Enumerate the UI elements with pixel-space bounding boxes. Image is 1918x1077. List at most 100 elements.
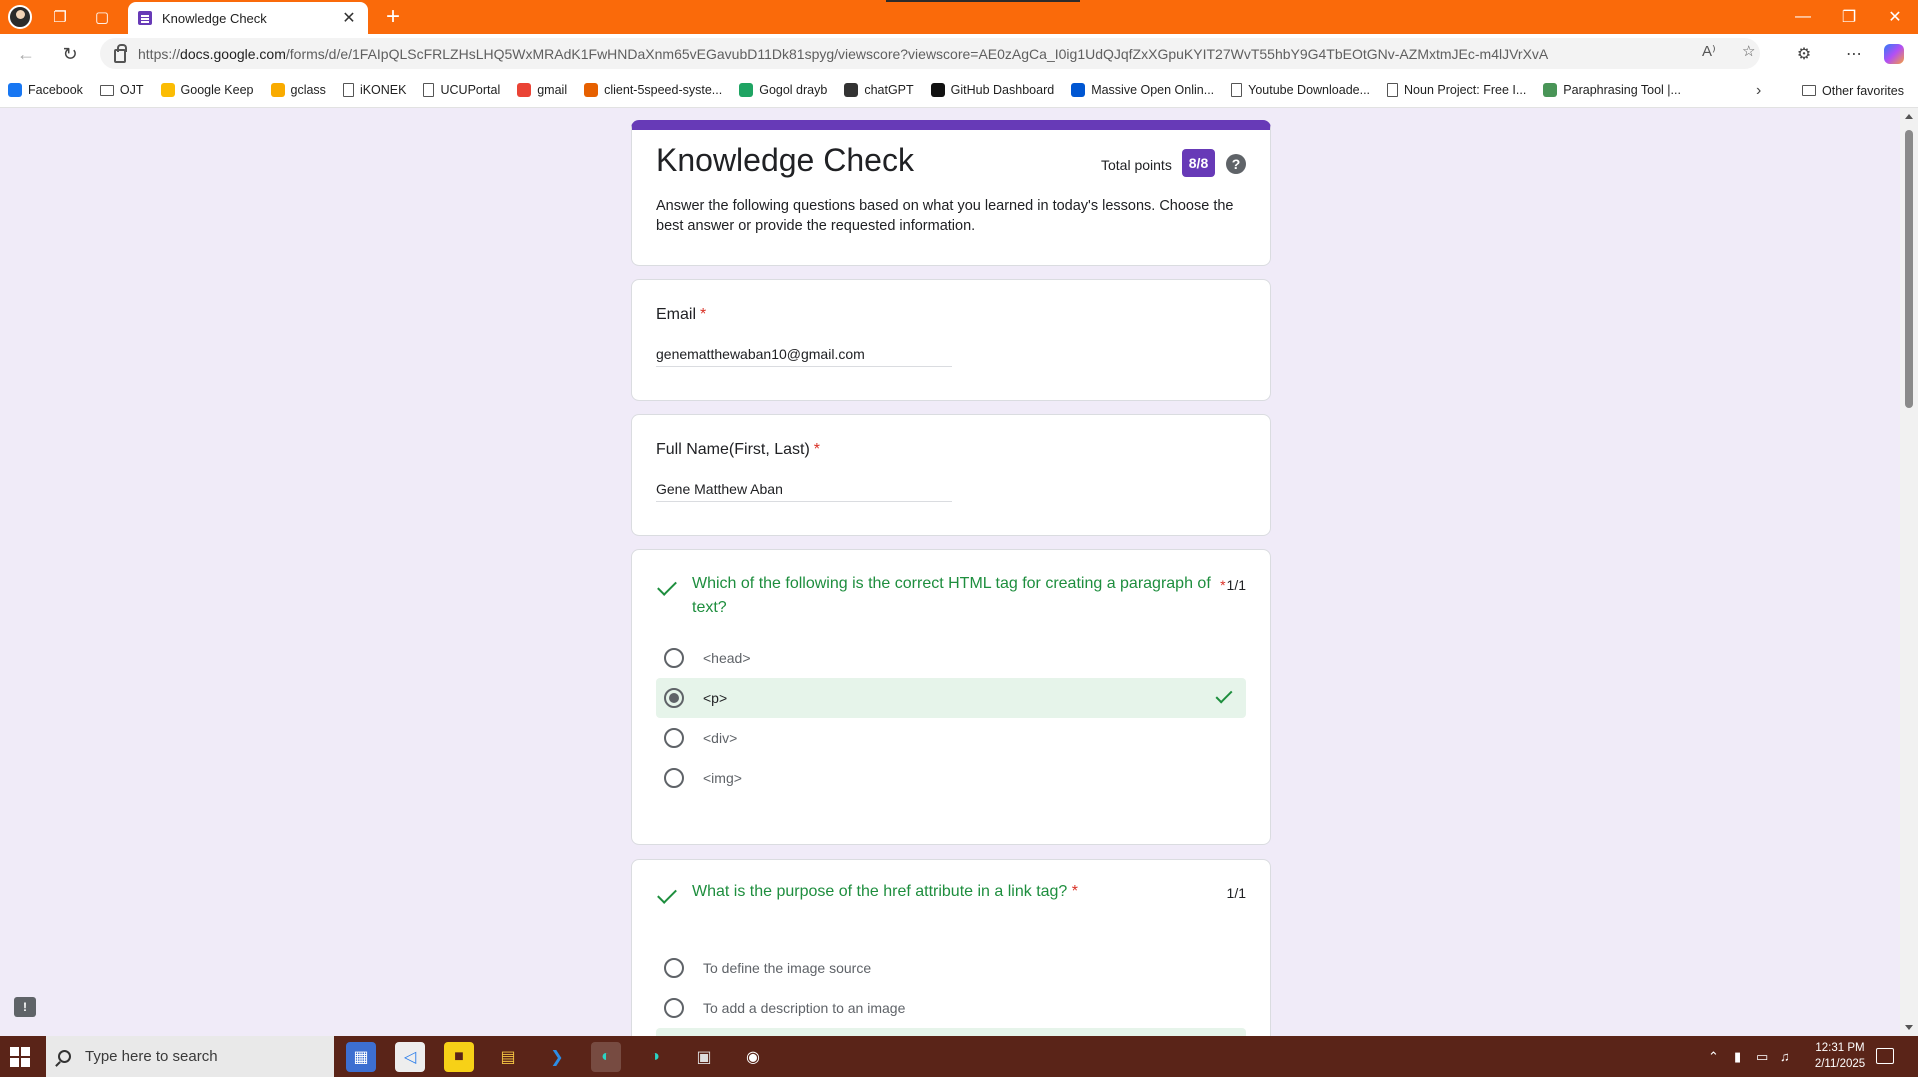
radio-button[interactable]	[664, 648, 684, 668]
bookmark-chatgpt[interactable]: chatGPT	[844, 83, 913, 97]
question-score: 1/1	[1227, 885, 1246, 901]
page-viewport: Knowledge Check Total points 8/8 ? Answe…	[0, 108, 1900, 1036]
radio-button[interactable]	[664, 958, 684, 978]
taskbar-search[interactable]: Type here to search	[46, 1036, 334, 1077]
github-icon	[931, 83, 945, 97]
store-icon[interactable]: ▦	[346, 1042, 376, 1072]
bookmark-massive-open-onlin[interactable]: Massive Open Onlin...	[1071, 83, 1214, 97]
page-scrollbar[interactable]	[1900, 108, 1918, 1036]
bookmark-github-dashboard[interactable]: GitHub Dashboard	[931, 83, 1055, 97]
edge-icon[interactable]: ◑	[640, 1042, 670, 1072]
vscode-icon[interactable]: ❯	[542, 1042, 572, 1072]
full-name-field-value: Gene Matthew Aban	[656, 481, 952, 502]
bookmark-facebook[interactable]: Facebook	[8, 83, 83, 97]
correct-answer-check-icon	[1216, 687, 1233, 704]
option-label: <p>	[703, 690, 727, 706]
bookmark-noun-project-free-i[interactable]: Noun Project: Free I...	[1387, 83, 1526, 97]
bookmark-ucuportal[interactable]: UCUPortal	[423, 83, 500, 97]
question-text: Which of the following is the correct HT…	[692, 572, 1212, 620]
question-card-1: Which of the following is the correct HT…	[631, 549, 1271, 845]
scroll-down-icon[interactable]	[1905, 1025, 1913, 1030]
extensions-icon[interactable]: ⚙	[1792, 42, 1816, 66]
sticky-notes-icon[interactable]: ■	[444, 1042, 474, 1072]
report-feedback-icon[interactable]: !	[14, 997, 36, 1017]
obs-icon[interactable]: ◉	[738, 1042, 768, 1072]
radio-button[interactable]	[664, 998, 684, 1018]
volume-icon[interactable]: ♫	[1780, 1036, 1790, 1077]
radio-button[interactable]	[664, 768, 684, 788]
edge-active-icon[interactable]: ◐	[591, 1042, 621, 1072]
address-bar[interactable]: https://docs.google.com/forms/d/e/1FAIpQ…	[100, 38, 1760, 69]
more-menu-icon[interactable]: ⋯	[1842, 42, 1866, 66]
question-card-2: What is the purpose of the href attribut…	[631, 859, 1271, 1036]
windows-start-icon[interactable]	[10, 1047, 30, 1067]
option-image-source[interactable]: To define the image source	[656, 948, 1246, 988]
url-prefix: https://	[138, 46, 180, 62]
bookmark-ojt[interactable]: OJT	[100, 83, 144, 97]
option-correct-partial[interactable]	[656, 1028, 1246, 1036]
browser-titlebar: ❐ ▢ Knowledge Check ✕ + — ❐ ✕	[0, 0, 1918, 34]
full-name-field-label: Full Name(First, Last)*	[656, 441, 820, 459]
radio-button[interactable]	[664, 728, 684, 748]
refresh-button[interactable]: ↻	[56, 40, 84, 68]
flutter-icon[interactable]: ◁	[395, 1042, 425, 1072]
required-mark: *	[814, 441, 820, 458]
network-icon[interactable]: ▭	[1756, 1036, 1768, 1077]
copilot-icon[interactable]	[1882, 42, 1906, 66]
bookmark-client-5speed-syste[interactable]: client-5speed-syste...	[584, 83, 722, 97]
new-tab-button[interactable]: +	[380, 3, 406, 31]
scrollbar-thumb[interactable]	[1905, 130, 1913, 408]
remote-desktop-icon[interactable]: ▣	[689, 1042, 719, 1072]
email-field-value: genematthewaban10@gmail.com	[656, 346, 952, 367]
more-bookmarks-chevron-icon[interactable]: ›	[1756, 73, 1761, 108]
form-header-card: Knowledge Check Total points 8/8 ? Answe…	[631, 120, 1271, 266]
microphone-icon[interactable]: ▮	[1734, 1036, 1741, 1077]
bookmark-paraphrasing-tool[interactable]: Paraphrasing Tool |...	[1543, 83, 1681, 97]
option-div[interactable]: <div>	[656, 718, 1246, 758]
back-button[interactable]: ←	[12, 40, 40, 68]
read-aloud-icon[interactable]: A⁾	[1702, 42, 1716, 60]
required-mark: *	[700, 306, 706, 323]
show-hidden-icons[interactable]: ⌃	[1708, 1036, 1719, 1077]
bookmark-label: UCUPortal	[440, 83, 500, 97]
option-img[interactable]: <img>	[656, 758, 1246, 798]
tab-actions-icon[interactable]: ▢	[90, 5, 114, 29]
option-head[interactable]: <head>	[656, 638, 1246, 678]
minimize-button[interactable]: —	[1780, 0, 1826, 34]
classroom-icon	[271, 83, 285, 97]
bookmark-gclass[interactable]: gclass	[271, 83, 326, 97]
profile-avatar[interactable]	[8, 5, 32, 29]
total-points-badge: 8/8	[1182, 149, 1215, 177]
bookmark-youtube-downloade[interactable]: Youtube Downloade...	[1231, 83, 1370, 97]
option-label: <img>	[703, 770, 742, 786]
favorite-star-icon[interactable]: ☆	[1742, 42, 1755, 60]
bookmark-gogol-drayb[interactable]: Gogol drayb	[739, 83, 827, 97]
option-image-description[interactable]: To add a description to an image	[656, 988, 1246, 1028]
keep-icon	[161, 83, 175, 97]
option-p-selected[interactable]: <p>	[656, 678, 1246, 718]
close-window-button[interactable]: ✕	[1872, 0, 1918, 34]
bookmark-google-keep[interactable]: Google Keep	[161, 83, 254, 97]
option-label: <head>	[703, 650, 751, 666]
restore-button[interactable]: ❐	[1826, 0, 1872, 34]
page-icon	[1387, 83, 1398, 97]
gmail-icon	[517, 83, 531, 97]
lock-icon[interactable]	[114, 49, 126, 63]
bookmark-ikonek[interactable]: iKONEK	[343, 83, 407, 97]
other-favorites[interactable]: Other favorites	[1802, 73, 1904, 108]
close-tab-icon[interactable]: ✕	[340, 8, 358, 28]
windows-taskbar: Type here to search ▦ ◁ ■ ▤ ❯ ◐ ◑ ▣ ◉ ⌃ …	[0, 1036, 1918, 1077]
scroll-up-icon[interactable]	[1905, 114, 1913, 119]
help-icon[interactable]: ?	[1226, 154, 1246, 174]
tab-knowledge-check[interactable]: Knowledge Check ✕	[128, 2, 368, 34]
bookmark-gmail[interactable]: gmail	[517, 83, 567, 97]
radio-button-selected[interactable]	[664, 688, 684, 708]
file-explorer-icon[interactable]: ▤	[493, 1042, 523, 1072]
tab-title: Knowledge Check	[162, 11, 340, 26]
workspaces-icon[interactable]: ❐	[48, 5, 72, 29]
taskbar-clock[interactable]: 12:31 PM 2/11/2025	[1802, 1040, 1878, 1072]
url-host: docs.google.com	[180, 46, 286, 62]
correct-check-icon	[657, 884, 677, 904]
facebook-icon	[8, 83, 22, 97]
notification-center-icon[interactable]	[1876, 1048, 1894, 1064]
